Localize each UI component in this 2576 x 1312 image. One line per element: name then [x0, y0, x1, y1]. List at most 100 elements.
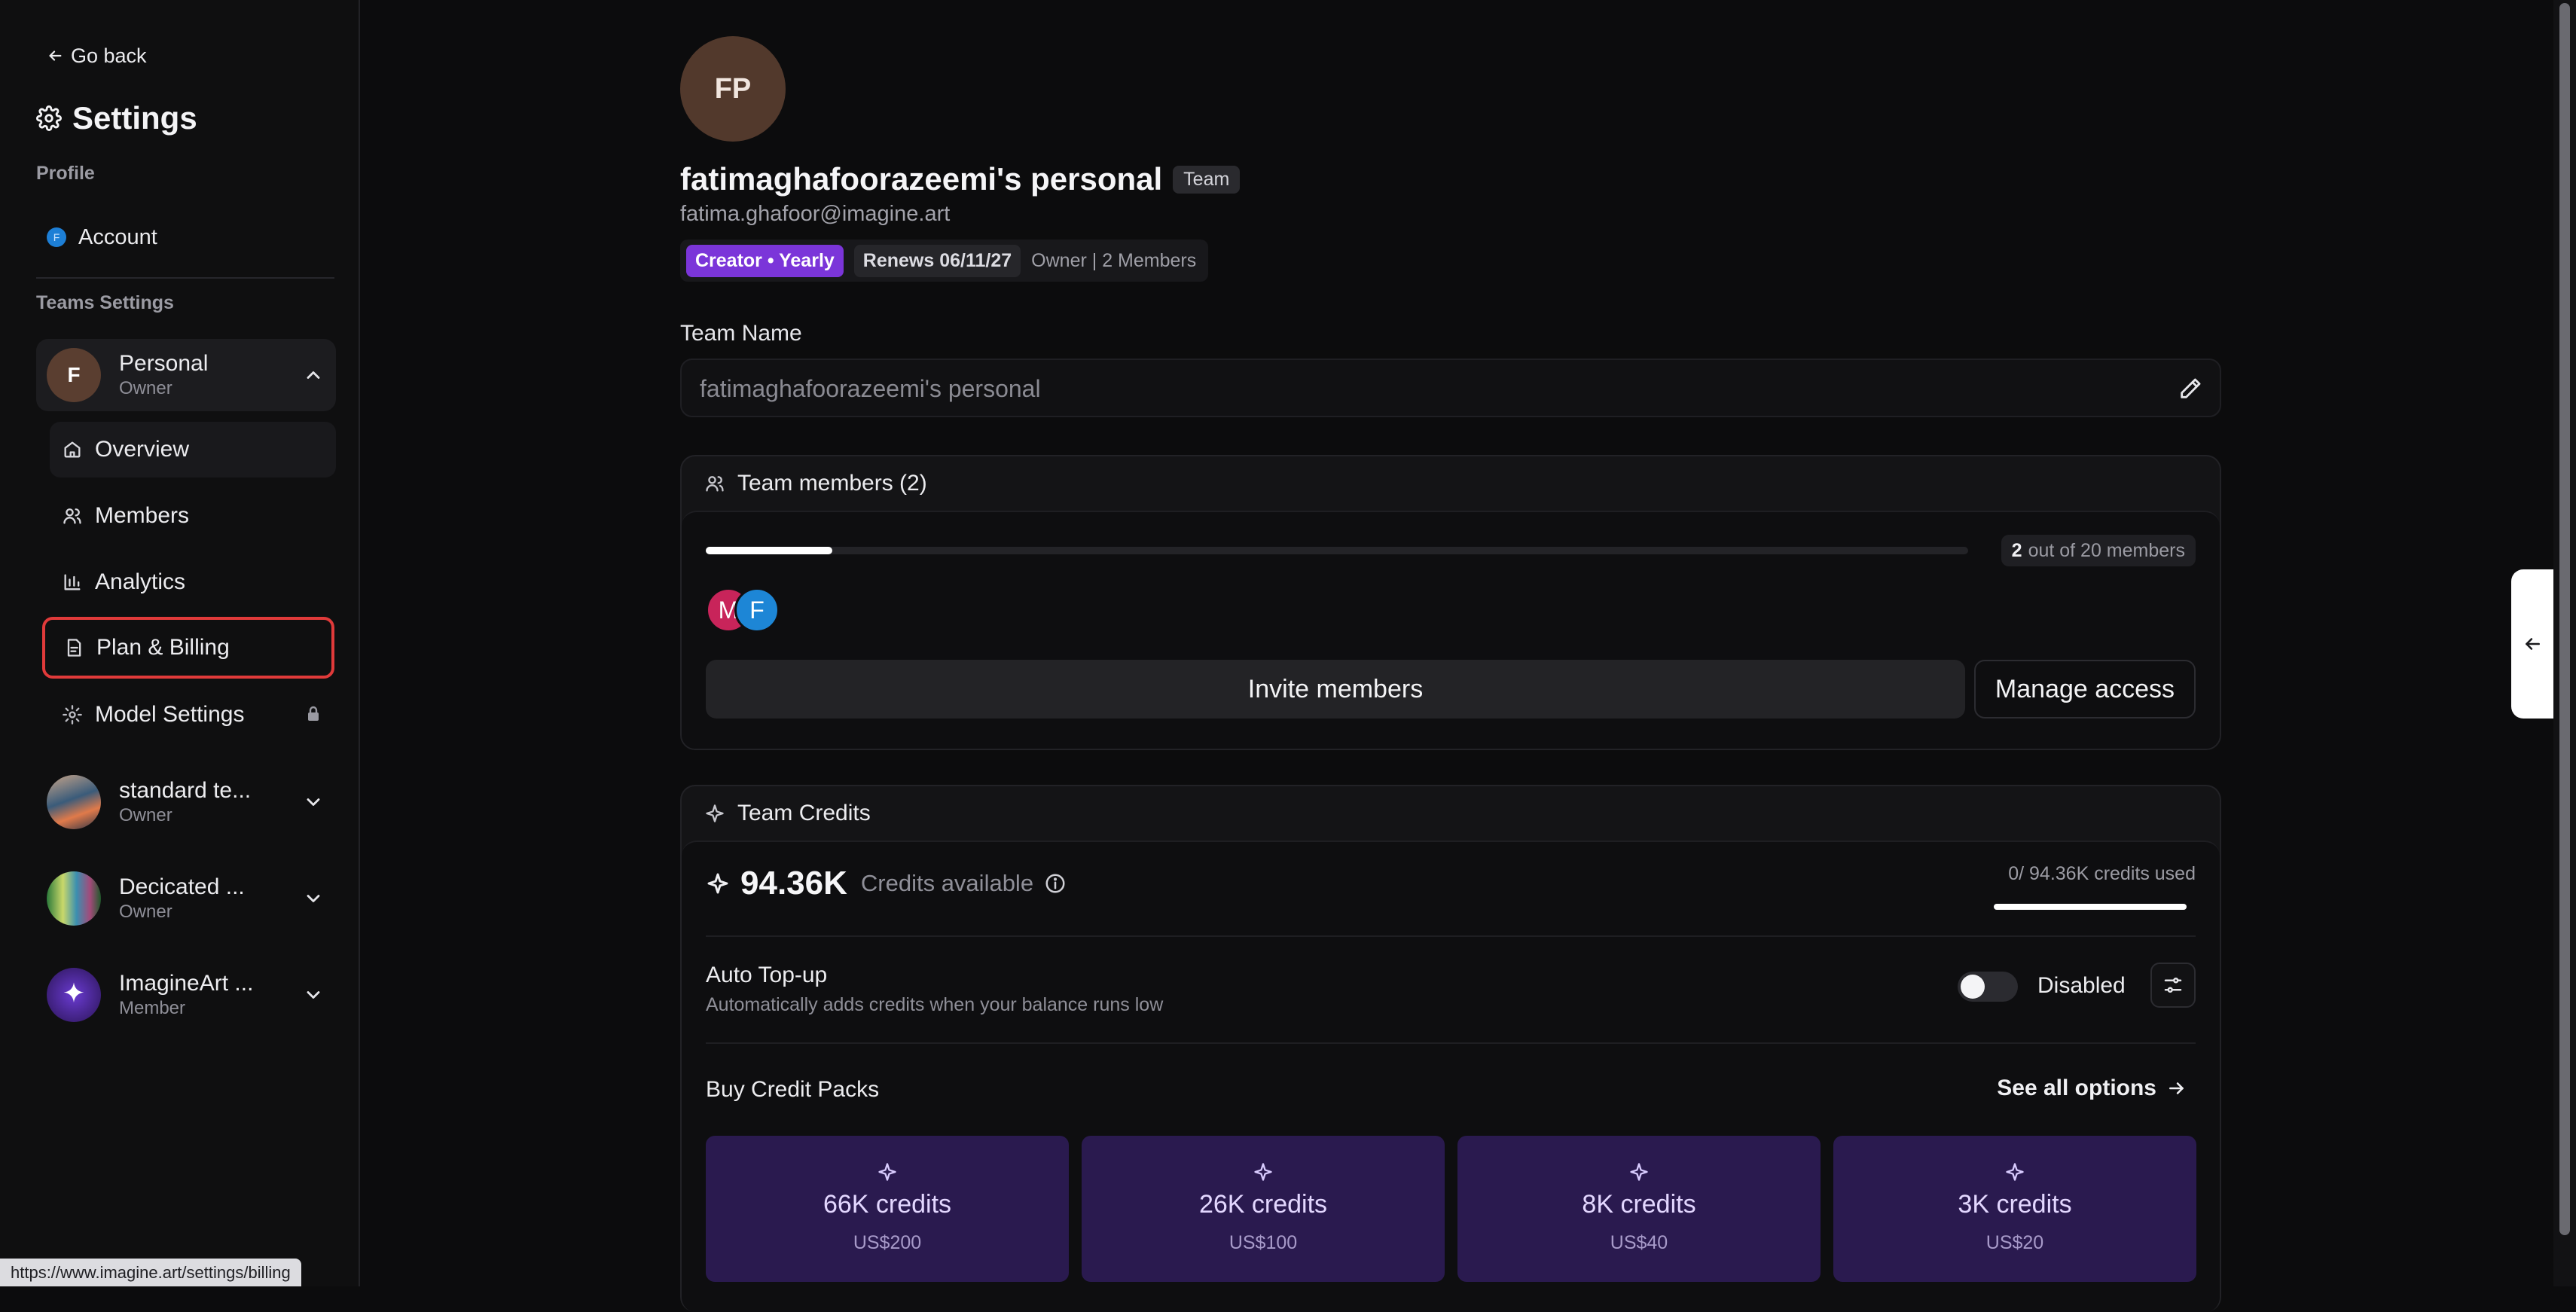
- team-badge: Team: [1173, 165, 1241, 194]
- avatar[interactable]: F: [734, 587, 780, 633]
- renew-badge: Renews 06/11/27: [853, 244, 1021, 277]
- collapse-panel-tab[interactable]: [2511, 569, 2553, 719]
- team-members-body: 2 out of 20 members M F Invite members M…: [682, 511, 2220, 749]
- settings-title: Settings: [36, 100, 197, 136]
- team-switcher-imagineart[interactable]: ImagineArt ... Member: [36, 959, 336, 1031]
- scrollbar-thumb[interactable]: [2559, 3, 2570, 1235]
- go-back-link[interactable]: Go back: [47, 42, 147, 69]
- scrollbar[interactable]: [2553, 0, 2576, 1286]
- credit-pack-26k[interactable]: 26K credits US$100: [1082, 1136, 1445, 1282]
- lock-icon: [304, 705, 322, 723]
- plan-badges: Creator • Yearly Renews 06/11/27 Owner |…: [680, 240, 1209, 282]
- sidebar-item-model-settings[interactable]: Model Settings: [50, 687, 336, 743]
- team-switcher-personal[interactable]: F Personal Owner: [36, 339, 336, 411]
- sidebar-item-label: Analytics: [95, 569, 186, 594]
- team-members-title: Team members (2): [737, 471, 927, 496]
- pack-credits: 3K credits: [1958, 1190, 2072, 1219]
- sidebar-item-label: Account: [78, 224, 157, 249]
- sidebar-item-label: Model Settings: [95, 702, 245, 727]
- profile-avatar: FP: [680, 36, 786, 142]
- pack-price: US$20: [1985, 1232, 2044, 1253]
- team-credits-card: Team Credits 94.36K Credits available 0/…: [680, 785, 2221, 1312]
- pack-credits: 66K credits: [823, 1190, 952, 1219]
- arrow-left-icon: [47, 47, 63, 64]
- member-avatars: M F: [706, 587, 780, 633]
- pencil-icon[interactable]: [2178, 376, 2203, 401]
- users-icon: [62, 505, 83, 526]
- team-name-label: Team Name: [680, 321, 802, 346]
- profile-section-label: Profile: [36, 163, 95, 184]
- account-email: fatima.ghafoor@imagine.art: [680, 202, 951, 226]
- arrow-right-icon: [2167, 1079, 2187, 1098]
- sparkle-icon: [706, 1161, 1069, 1182]
- analytics-icon: [62, 572, 83, 593]
- chevron-down-icon[interactable]: [291, 984, 336, 1005]
- sidebar-item-account[interactable]: F Account: [39, 220, 333, 255]
- sidebar-item-plan-billing[interactable]: Plan & Billing: [42, 617, 334, 679]
- chevron-down-icon[interactable]: [291, 888, 336, 909]
- sidebar-item-label: Members: [95, 503, 190, 528]
- credit-pack-3k[interactable]: 3K credits US$20: [1833, 1136, 2196, 1282]
- status-bar-url: https://www.imagine.art/settings/billing: [0, 1259, 301, 1286]
- auto-topup-settings-button[interactable]: [2150, 963, 2196, 1008]
- settings-heading: Settings: [72, 100, 197, 136]
- info-icon[interactable]: [1044, 872, 1067, 895]
- see-all-options-link[interactable]: See all options: [1997, 1076, 2187, 1101]
- billing-icon: [63, 637, 84, 658]
- users-icon: [704, 473, 725, 494]
- chevron-down-icon[interactable]: [291, 792, 336, 813]
- sidebar-item-overview[interactable]: Overview: [50, 422, 336, 478]
- team-name-input[interactable]: [698, 360, 2162, 417]
- team-switcher-standard[interactable]: standard te... Owner: [36, 766, 336, 838]
- gear-icon: [36, 105, 62, 131]
- credits-value: 94.36K: [740, 865, 847, 902]
- team-credits-body: 94.36K Credits available 0/ 94.36K credi…: [682, 841, 2220, 1312]
- auto-topup-status: Disabled: [2037, 973, 2126, 998]
- team-credits-title: Team Credits: [737, 801, 871, 825]
- auto-topup-toggle[interactable]: [1958, 972, 2018, 1002]
- invite-members-button[interactable]: Invite members: [706, 660, 1965, 719]
- divider: [706, 1042, 2196, 1044]
- members-count-total: out of 20 members: [2028, 539, 2185, 561]
- team-members-header: Team members (2): [682, 456, 2220, 511]
- sparkle-icon: [1457, 1161, 1821, 1182]
- sidebar-item-label: Plan & Billing: [96, 635, 230, 660]
- sidebar-item-analytics[interactable]: Analytics: [50, 554, 336, 610]
- members-count-badge: 2 out of 20 members: [2001, 535, 2196, 566]
- auto-topup-title: Auto Top-up: [706, 963, 828, 987]
- pack-credits: 26K credits: [1198, 1190, 1328, 1219]
- credit-pack-66k[interactable]: 66K credits US$200: [706, 1136, 1069, 1282]
- toggle-knob: [1961, 975, 1985, 999]
- sidebar: Go back Settings Profile F Account Teams…: [0, 0, 360, 1286]
- sparkle-icon: [704, 803, 725, 824]
- teams-settings-label: Teams Settings: [36, 292, 174, 313]
- team-avatar: F: [47, 348, 101, 402]
- go-back-label: Go back: [71, 44, 147, 67]
- sparkle-icon: [1833, 1161, 2196, 1182]
- team-name: Personal: [119, 351, 209, 376]
- team-members-card: Team members (2) 2 out of 20 members M F…: [680, 455, 2221, 750]
- sidebar-item-members[interactable]: Members: [50, 488, 336, 544]
- manage-access-button[interactable]: Manage access: [1974, 660, 2196, 719]
- credits-summary: 94.36K Credits available: [706, 865, 1067, 902]
- credits-used-bar: [1994, 904, 2187, 910]
- team-role: Member: [119, 998, 186, 1018]
- team-switcher-dedicated[interactable]: Decicated ... Owner: [36, 862, 336, 935]
- credit-pack-8k[interactable]: 8K credits US$40: [1457, 1136, 1821, 1282]
- team-title-row: fatimaghafoorazeemi's personal Team: [680, 161, 1241, 197]
- plan-badge: Creator • Yearly: [686, 244, 844, 277]
- gear-icon: [62, 704, 83, 725]
- members-progress-fill: [706, 547, 832, 554]
- members-count-current: 2: [2011, 539, 2022, 561]
- arrow-left-icon: [2523, 634, 2542, 654]
- account-avatar: F: [47, 227, 66, 247]
- owner-info: Owner | 2 Members: [1031, 249, 1197, 271]
- credits-available-label: Credits available: [860, 870, 1034, 896]
- team-role: Owner: [119, 902, 172, 922]
- sidebar-divider: [36, 277, 334, 279]
- home-icon: [62, 439, 83, 460]
- chevron-up-icon[interactable]: [291, 365, 336, 386]
- page-title: fatimaghafoorazeemi's personal: [680, 161, 1163, 197]
- members-progress-bar: [706, 547, 1968, 554]
- sparkle-icon: [706, 871, 730, 896]
